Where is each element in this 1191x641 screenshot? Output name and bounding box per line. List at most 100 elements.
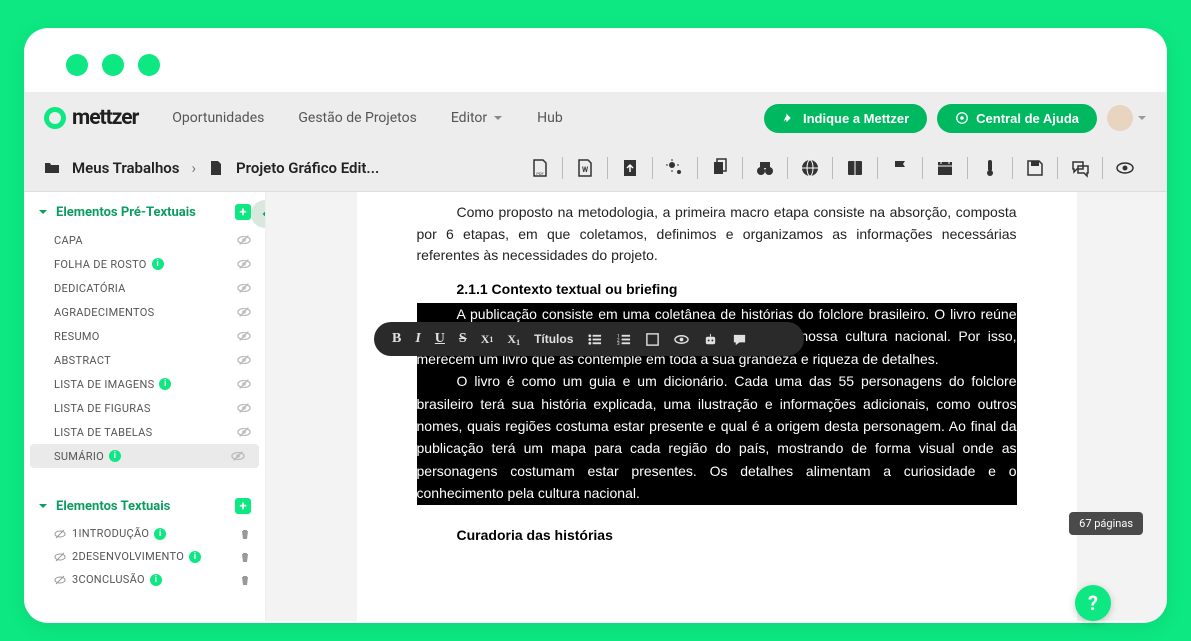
unknown-square-icon[interactable] bbox=[645, 332, 660, 347]
subscript-button[interactable]: X1 bbox=[507, 332, 520, 347]
top-nav-right: Indique a Mettzer Central de Ajuda bbox=[764, 104, 1147, 133]
sidebar-section-pretextuais[interactable]: Elementos Pré-Textuais + bbox=[24, 192, 265, 228]
comment-icon[interactable] bbox=[732, 332, 747, 347]
visibility-eye-icon[interactable] bbox=[54, 528, 66, 540]
add-pretextual-button[interactable]: + bbox=[235, 204, 251, 220]
trash-icon[interactable] bbox=[239, 551, 251, 563]
breadcrumb-root[interactable]: Meus Trabalhos bbox=[72, 159, 180, 177]
globe-icon[interactable] bbox=[800, 158, 820, 178]
sidebar-item[interactable]: LISTA DE FIGURAS bbox=[24, 396, 265, 420]
info-icon[interactable]: i bbox=[189, 551, 201, 563]
sidebar-item[interactable]: 1 INTRODUÇÃOi bbox=[24, 522, 265, 545]
nav-link-hub[interactable]: Hub bbox=[537, 110, 563, 126]
bullet-list-icon[interactable] bbox=[587, 332, 602, 347]
visibility-toggle-icon[interactable] bbox=[237, 233, 251, 247]
help-fab-button[interactable]: ? bbox=[1075, 585, 1111, 621]
nav-link-oportunidades[interactable]: Oportunidades bbox=[172, 110, 264, 126]
info-icon[interactable]: i bbox=[152, 258, 164, 270]
sidebar-item[interactable]: LISTA DE IMAGENSi bbox=[24, 372, 265, 396]
window-dot[interactable] bbox=[138, 54, 160, 76]
sidebar: Elementos Pré-Textuais + CAPA FOLHA DE RO… bbox=[24, 192, 266, 621]
upload-icon[interactable] bbox=[620, 158, 640, 178]
help-button[interactable]: Central de Ajuda bbox=[937, 104, 1097, 133]
page-counter-badge: 67 páginas bbox=[1069, 512, 1143, 535]
visibility-toggle-icon[interactable] bbox=[237, 329, 251, 343]
heading-briefing[interactable]: 2.1.1 Contexto textual ou briefing bbox=[457, 281, 1017, 297]
visibility-toggle-icon[interactable] bbox=[237, 401, 251, 415]
heading-curadoria[interactable]: Curadoria das histórias bbox=[457, 527, 1017, 543]
chevron-down-icon bbox=[38, 501, 48, 511]
visibility-eye-icon[interactable] bbox=[54, 574, 66, 586]
sidebar-item[interactable]: RESUMO bbox=[24, 324, 265, 348]
calendar-icon[interactable] bbox=[935, 158, 955, 178]
settings-icon[interactable] bbox=[665, 158, 685, 178]
brand-logo[interactable]: mettzer bbox=[44, 106, 138, 130]
sidebar-item[interactable]: SUMÁRIOi bbox=[30, 444, 259, 468]
visibility-toggle-icon[interactable] bbox=[237, 257, 251, 271]
eye-preview-icon[interactable] bbox=[1115, 158, 1135, 178]
thermometer-icon[interactable] bbox=[980, 158, 1000, 178]
copy-icon[interactable] bbox=[710, 158, 730, 178]
sidebar-item[interactable]: 2 DESENVOLVIMENTOi bbox=[24, 545, 265, 568]
logo-icon bbox=[44, 107, 66, 129]
info-icon[interactable]: i bbox=[154, 528, 166, 540]
robot-icon[interactable] bbox=[703, 332, 718, 347]
trash-icon[interactable] bbox=[239, 528, 251, 540]
chevron-down-icon bbox=[493, 113, 503, 123]
italic-button[interactable]: I bbox=[415, 331, 420, 347]
selected-paragraph[interactable]: O livro é como um guia e um dicionário. … bbox=[417, 370, 1017, 504]
binoculars-icon[interactable] bbox=[755, 158, 775, 178]
indique-button[interactable]: Indique a Mettzer bbox=[764, 104, 927, 133]
bold-button[interactable]: B bbox=[392, 331, 401, 347]
document-toolbar: PDF W bbox=[518, 157, 1147, 179]
sidebar-item[interactable]: FOLHA DE ROSTOi bbox=[24, 252, 265, 276]
sidebar-item-label: CAPA bbox=[54, 234, 83, 247]
breadcrumb-current: Projeto Gráfico Edit... bbox=[236, 159, 379, 177]
titulos-dropdown[interactable]: Títulos bbox=[534, 332, 573, 346]
strikethrough-button[interactable]: S bbox=[459, 331, 467, 347]
document-page[interactable]: Como proposto na metodologia, a primeira… bbox=[357, 192, 1077, 621]
visibility-toggle-icon[interactable] bbox=[237, 425, 251, 439]
user-menu[interactable] bbox=[1107, 105, 1147, 131]
nav-link-gestao[interactable]: Gestão de Projetos bbox=[298, 110, 416, 126]
info-icon[interactable]: i bbox=[150, 574, 162, 586]
save-icon[interactable] bbox=[1025, 158, 1045, 178]
eye-oval-icon[interactable] bbox=[674, 332, 689, 347]
trash-icon[interactable] bbox=[239, 574, 251, 586]
sidebar-item[interactable]: AGRADECIMENTOS bbox=[24, 300, 265, 324]
numbered-list-icon[interactable]: 123 bbox=[616, 332, 631, 347]
info-icon[interactable]: i bbox=[159, 378, 171, 390]
add-textual-button[interactable]: + bbox=[235, 498, 251, 514]
book-icon[interactable] bbox=[845, 158, 865, 178]
nav-links: Oportunidades Gestão de Projetos Editor … bbox=[172, 110, 562, 126]
document-area[interactable]: Como proposto na metodologia, a primeira… bbox=[266, 192, 1167, 621]
chat-icon[interactable] bbox=[1070, 158, 1090, 178]
word-export-icon[interactable]: W bbox=[575, 158, 595, 178]
sidebar-section-textuais[interactable]: Elementos Textuais + bbox=[24, 486, 265, 522]
sidebar-item[interactable]: ABSTRACT bbox=[24, 348, 265, 372]
svg-text:W: W bbox=[582, 166, 589, 174]
visibility-toggle-icon[interactable] bbox=[237, 305, 251, 319]
sidebar-item-label: DESENVOLVIMENTO bbox=[78, 550, 184, 563]
flag-icon[interactable] bbox=[890, 158, 910, 178]
window-controls bbox=[24, 28, 1167, 76]
sidebar-item[interactable]: 3 CONCLUSÃOi bbox=[24, 568, 265, 591]
window-dot[interactable] bbox=[66, 54, 88, 76]
sidebar-item[interactable]: DEDICATÓRIA bbox=[24, 276, 265, 300]
sidebar-item[interactable]: LISTA DE TABELAS bbox=[24, 420, 265, 444]
paragraph-intro[interactable]: Como proposto na metodologia, a primeira… bbox=[417, 202, 1017, 267]
chevron-down-icon bbox=[38, 207, 48, 217]
workspace: Elementos Pré-Textuais + CAPA FOLHA DE RO… bbox=[24, 192, 1167, 621]
visibility-toggle-icon[interactable] bbox=[237, 281, 251, 295]
superscript-button[interactable]: X1 bbox=[481, 332, 494, 347]
sidebar-item[interactable]: CAPA bbox=[24, 228, 265, 252]
nav-link-editor[interactable]: Editor bbox=[451, 110, 503, 126]
visibility-toggle-icon[interactable] bbox=[231, 449, 245, 463]
visibility-toggle-icon[interactable] bbox=[237, 377, 251, 391]
underline-button[interactable]: U bbox=[435, 331, 445, 347]
window-dot[interactable] bbox=[102, 54, 124, 76]
visibility-toggle-icon[interactable] bbox=[237, 353, 251, 367]
pdf-export-icon[interactable]: PDF bbox=[530, 158, 550, 178]
visibility-eye-icon[interactable] bbox=[54, 551, 66, 563]
info-icon[interactable]: i bbox=[109, 450, 121, 462]
